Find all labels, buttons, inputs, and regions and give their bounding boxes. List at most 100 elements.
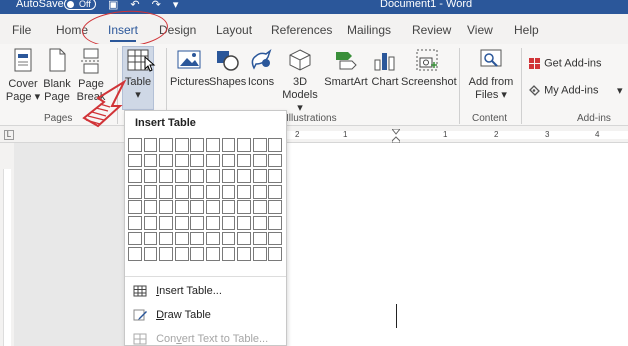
- grid-cell[interactable]: [174, 200, 189, 215]
- grid-cell[interactable]: [237, 169, 251, 183]
- grid-cell[interactable]: [174, 184, 189, 199]
- grid-cell[interactable]: [128, 200, 142, 215]
- grid-cell[interactable]: [268, 153, 283, 168]
- grid-cell[interactable]: [237, 184, 251, 199]
- grid-cell[interactable]: [190, 231, 205, 246]
- grid-cell[interactable]: [252, 231, 267, 246]
- grid-cell[interactable]: [143, 215, 158, 230]
- grid-cell[interactable]: [237, 215, 251, 230]
- grid-cell[interactable]: [159, 169, 173, 183]
- grid-cell[interactable]: [128, 215, 142, 230]
- grid-cell[interactable]: [174, 138, 189, 152]
- my-addins-button[interactable]: My Add-ins: [528, 84, 598, 97]
- grid-cell[interactable]: [252, 138, 267, 152]
- draw-table-menu-item[interactable]: Draw Table: [133, 309, 211, 321]
- grid-cell[interactable]: [128, 184, 142, 199]
- tab-file[interactable]: File: [12, 23, 31, 37]
- customize-icon[interactable]: ▾: [173, 0, 191, 11]
- grid-cell[interactable]: [128, 169, 142, 183]
- grid-cell[interactable]: [252, 247, 267, 261]
- grid-cell[interactable]: [268, 138, 283, 152]
- document-page[interactable]: [286, 143, 628, 346]
- grid-cell[interactable]: [252, 169, 267, 183]
- grid-cell[interactable]: [143, 200, 158, 215]
- grid-cell[interactable]: [143, 247, 158, 261]
- tab-review[interactable]: Review: [412, 23, 451, 37]
- grid-cell[interactable]: [128, 231, 142, 246]
- grid-cell[interactable]: [174, 247, 189, 261]
- grid-cell[interactable]: [159, 215, 173, 230]
- grid-cell[interactable]: [221, 231, 236, 246]
- grid-cell[interactable]: [205, 153, 220, 168]
- grid-cell[interactable]: [221, 169, 236, 183]
- save-icon[interactable]: ▣: [108, 0, 130, 11]
- grid-cell[interactable]: [190, 153, 205, 168]
- grid-cell[interactable]: [221, 184, 236, 199]
- grid-cell[interactable]: [252, 215, 267, 230]
- grid-cell[interactable]: [237, 138, 251, 152]
- grid-cell[interactable]: [252, 184, 267, 199]
- icons-button[interactable]: Icons: [246, 48, 276, 89]
- grid-cell[interactable]: [128, 247, 142, 261]
- grid-cell[interactable]: [143, 153, 158, 168]
- table-size-grid[interactable]: [128, 138, 284, 263]
- grid-cell[interactable]: [159, 247, 173, 261]
- grid-cell[interactable]: [159, 231, 173, 246]
- grid-cell[interactable]: [268, 200, 283, 215]
- grid-cell[interactable]: [205, 138, 220, 152]
- grid-cell[interactable]: [190, 215, 205, 230]
- grid-cell[interactable]: [190, 138, 205, 152]
- grid-cell[interactable]: [237, 200, 251, 215]
- tab-references[interactable]: References: [271, 23, 332, 37]
- redo-icon[interactable]: ↷: [152, 0, 173, 11]
- grid-cell[interactable]: [237, 247, 251, 261]
- grid-cell[interactable]: [268, 215, 283, 230]
- pictures-button[interactable]: Pictures: [170, 48, 210, 89]
- grid-cell[interactable]: [221, 247, 236, 261]
- grid-cell[interactable]: [174, 169, 189, 183]
- grid-cell[interactable]: [174, 153, 189, 168]
- grid-cell[interactable]: [143, 231, 158, 246]
- screenshot-button[interactable]: Screenshot: [401, 48, 457, 89]
- grid-cell[interactable]: [221, 215, 236, 230]
- autosave-toggle[interactable]: Off: [64, 0, 96, 10]
- grid-cell[interactable]: [159, 184, 173, 199]
- grid-cell[interactable]: [237, 153, 251, 168]
- grid-cell[interactable]: [128, 138, 142, 152]
- grid-cell[interactable]: [143, 184, 158, 199]
- indent-marker-icon[interactable]: [392, 129, 400, 143]
- tab-layout[interactable]: Layout: [216, 23, 252, 37]
- grid-cell[interactable]: [143, 138, 158, 152]
- grid-cell[interactable]: [128, 153, 142, 168]
- grid-cell[interactable]: [159, 153, 173, 168]
- quick-access-toolbar[interactable]: ▣↶↷▾: [108, 0, 190, 11]
- grid-cell[interactable]: [268, 169, 283, 183]
- grid-cell[interactable]: [190, 169, 205, 183]
- grid-cell[interactable]: [174, 231, 189, 246]
- grid-cell[interactable]: [221, 138, 236, 152]
- blank-page-button[interactable]: Blank Page: [42, 48, 72, 104]
- chart-button[interactable]: Chart: [369, 48, 401, 89]
- grid-cell[interactable]: [205, 231, 220, 246]
- grid-cell[interactable]: [159, 200, 173, 215]
- tab-mailings[interactable]: Mailings: [347, 23, 391, 37]
- grid-cell[interactable]: [190, 200, 205, 215]
- grid-cell[interactable]: [221, 153, 236, 168]
- tab-selector[interactable]: L: [4, 130, 14, 140]
- grid-cell[interactable]: [174, 215, 189, 230]
- grid-cell[interactable]: [268, 247, 283, 261]
- 3d-models-button[interactable]: 3D Models ▾: [279, 48, 321, 115]
- get-addins-button[interactable]: Get Add-ins: [528, 57, 602, 70]
- grid-cell[interactable]: [159, 138, 173, 152]
- grid-cell[interactable]: [221, 200, 236, 215]
- my-addins-dropdown-icon[interactable]: ▾: [617, 84, 623, 97]
- tab-view[interactable]: View: [467, 23, 493, 37]
- grid-cell[interactable]: [268, 231, 283, 246]
- shapes-button[interactable]: Shapes: [209, 48, 246, 89]
- undo-icon[interactable]: ↶: [130, 0, 151, 11]
- grid-cell[interactable]: [237, 231, 251, 246]
- grid-cell[interactable]: [205, 169, 220, 183]
- grid-cell[interactable]: [205, 215, 220, 230]
- grid-cell[interactable]: [190, 247, 205, 261]
- grid-cell[interactable]: [143, 169, 158, 183]
